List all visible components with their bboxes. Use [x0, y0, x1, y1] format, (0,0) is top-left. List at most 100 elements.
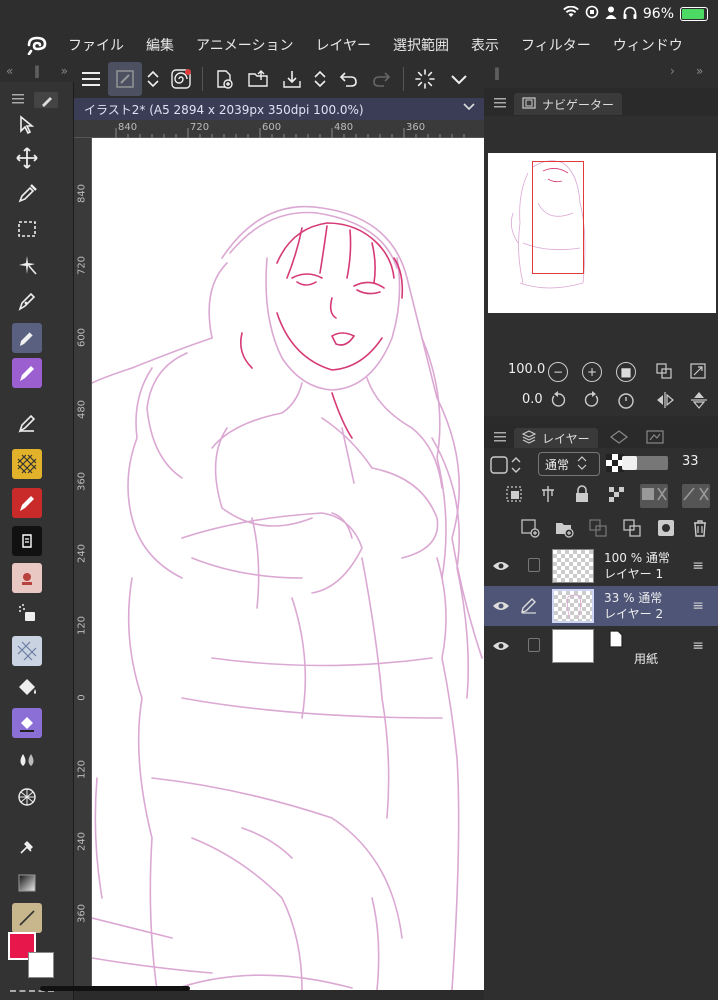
- clip-to-layer-below-icon[interactable]: [504, 484, 524, 508]
- layer-check-box[interactable]: [528, 638, 540, 652]
- menu-selection[interactable]: 選択範囲: [393, 35, 449, 55]
- menu-view[interactable]: 表示: [471, 35, 499, 55]
- panel-menu-icon[interactable]: [494, 428, 506, 447]
- layer-row-selected[interactable]: 33 % 通常 レイヤー 2 ≡: [484, 586, 718, 626]
- fill-bucket-tool-icon[interactable]: [12, 672, 42, 702]
- navigator-preview[interactable]: [488, 153, 716, 313]
- eyedropper-tool-icon[interactable]: [12, 178, 42, 208]
- zoom-reset-icon[interactable]: ■: [616, 362, 636, 382]
- sub-color-swatch[interactable]: [28, 952, 54, 978]
- figure-line-tool-icon[interactable]: [12, 903, 42, 933]
- rotate-left-icon[interactable]: [548, 390, 568, 414]
- opacity-value[interactable]: 33: [682, 454, 699, 469]
- pattern-fill-tool-icon[interactable]: [12, 449, 42, 479]
- undo-icon[interactable]: [331, 62, 365, 96]
- layer-search-tab-icon[interactable]: [644, 428, 666, 450]
- pencil-tool-icon[interactable]: [12, 323, 42, 353]
- eraser-pen-tool-icon[interactable]: [12, 408, 42, 438]
- tool-palette-tab[interactable]: [34, 92, 58, 108]
- chevron-right-icon[interactable]: ›: [670, 64, 675, 78]
- delete-layer-icon[interactable]: [690, 518, 710, 542]
- marker-tool-icon[interactable]: [12, 488, 42, 518]
- rotate-reset-icon[interactable]: [616, 390, 636, 414]
- rotate-right-icon[interactable]: [582, 390, 602, 414]
- ruler-range-icon[interactable]: [682, 484, 710, 508]
- create-mask-icon[interactable]: [656, 518, 676, 542]
- new-layer-folder-icon[interactable]: [554, 518, 574, 542]
- new-canvas-icon[interactable]: [207, 62, 241, 96]
- redo-icon[interactable]: [365, 62, 399, 96]
- perspective-ruler-tool-icon[interactable]: [12, 782, 42, 812]
- menu-file[interactable]: ファイル: [68, 35, 124, 55]
- rotate-value[interactable]: 0.0: [522, 392, 543, 407]
- transfer-to-lower-layer-icon[interactable]: [588, 518, 608, 542]
- paper-layer-row[interactable]: 用紙 ≡: [484, 626, 718, 668]
- layer-drag-handle-icon[interactable]: ≡: [692, 598, 704, 614]
- zoom-value[interactable]: 100.0: [508, 362, 545, 377]
- gradient-eraser-tool-icon[interactable]: [12, 708, 42, 738]
- drawing-canvas[interactable]: [92, 138, 484, 990]
- expand-right-icon[interactable]: »: [696, 64, 703, 78]
- layer-property-tab-icon[interactable]: [608, 428, 630, 450]
- airbrush-tool-icon[interactable]: [12, 598, 42, 628]
- correct-line-tool-icon[interactable]: [12, 832, 42, 862]
- reference-layer-icon[interactable]: [538, 484, 558, 508]
- combine-layers-icon[interactable]: [622, 518, 642, 542]
- flip-horizontal-icon[interactable]: [655, 390, 675, 414]
- menu-filter[interactable]: フィルター: [521, 35, 591, 55]
- pen-tool-icon[interactable]: [12, 286, 42, 316]
- lock-layer-icon[interactable]: [572, 484, 592, 508]
- magic-wand-tool-icon[interactable]: [12, 250, 42, 280]
- grip-icon[interactable]: ‖: [34, 64, 40, 78]
- enable-masking-icon[interactable]: [640, 484, 668, 508]
- brush-tool-icon[interactable]: [12, 358, 42, 388]
- chevron-down-icon[interactable]: [442, 62, 476, 96]
- decoration-ink-tool-icon[interactable]: [12, 526, 42, 556]
- menu-layer[interactable]: レイヤー: [315, 35, 371, 55]
- grip-icon[interactable]: ‖: [494, 66, 500, 80]
- clip-studio-logo-icon[interactable]: [22, 30, 52, 60]
- gradient-tool-icon[interactable]: [12, 868, 42, 898]
- loading-spinner-icon[interactable]: [408, 62, 442, 96]
- zoom-in-icon[interactable]: +: [582, 362, 602, 382]
- visibility-eye-icon[interactable]: [492, 598, 510, 612]
- panel-menu-icon[interactable]: [494, 94, 506, 113]
- right-panel-collapse-bar[interactable]: ‖ › »: [484, 60, 718, 88]
- spiral-brush-icon[interactable]: [164, 62, 198, 96]
- expand-right-icon[interactable]: »: [61, 64, 68, 78]
- rectangle-selection-tool-icon[interactable]: [12, 214, 42, 244]
- new-raster-layer-icon[interactable]: [520, 518, 540, 542]
- move-tool-icon[interactable]: [12, 143, 42, 173]
- flip-vertical-icon[interactable]: [689, 390, 709, 414]
- document-tab[interactable]: イラスト2* (A5 2894 x 2039px 350dpi 100.0%): [74, 98, 484, 120]
- layer-drag-handle-icon[interactable]: ≡: [692, 558, 704, 574]
- document-tab-chevron-icon[interactable]: [462, 101, 476, 115]
- up-down-chevron-icon-2[interactable]: [309, 62, 331, 96]
- save-icon[interactable]: [275, 62, 309, 96]
- open-folder-icon[interactable]: [241, 62, 275, 96]
- lock-transparent-pixels-icon[interactable]: [606, 484, 626, 508]
- layer-check-box[interactable]: [528, 558, 540, 572]
- up-down-chevron-icon[interactable]: [142, 62, 164, 96]
- navigator-tab[interactable]: ナビゲーター: [514, 93, 623, 115]
- menu-window[interactable]: ウィンドウ: [613, 35, 683, 55]
- stamp-tool-icon[interactable]: [12, 563, 42, 593]
- full-screen-icon[interactable]: [689, 362, 707, 384]
- navigator-view-frame[interactable]: [532, 161, 584, 274]
- blend-mode-square-icon[interactable]: [490, 454, 524, 480]
- fit-window-icon[interactable]: [655, 362, 673, 384]
- blend-tool-icon[interactable]: [12, 745, 42, 775]
- select-arrow-tool-icon[interactable]: [12, 110, 42, 140]
- zoom-out-icon[interactable]: −: [548, 362, 568, 382]
- menu-edit[interactable]: 編集: [146, 35, 174, 55]
- layer-drag-handle-icon[interactable]: ≡: [692, 638, 704, 654]
- visibility-eye-icon[interactable]: [492, 638, 510, 652]
- hamburger-menu-icon[interactable]: [74, 62, 108, 96]
- layer-tab[interactable]: レイヤー: [514, 428, 598, 448]
- texture-tool-icon[interactable]: [12, 636, 42, 666]
- edit-mode-icon[interactable]: [108, 62, 142, 96]
- layer-row[interactable]: 100 % 通常 レイヤー 1 ≡: [484, 546, 718, 586]
- visibility-eye-icon[interactable]: [492, 558, 510, 572]
- tool-palette-menu-icon[interactable]: [12, 90, 24, 109]
- menu-animation[interactable]: アニメーション: [196, 35, 293, 55]
